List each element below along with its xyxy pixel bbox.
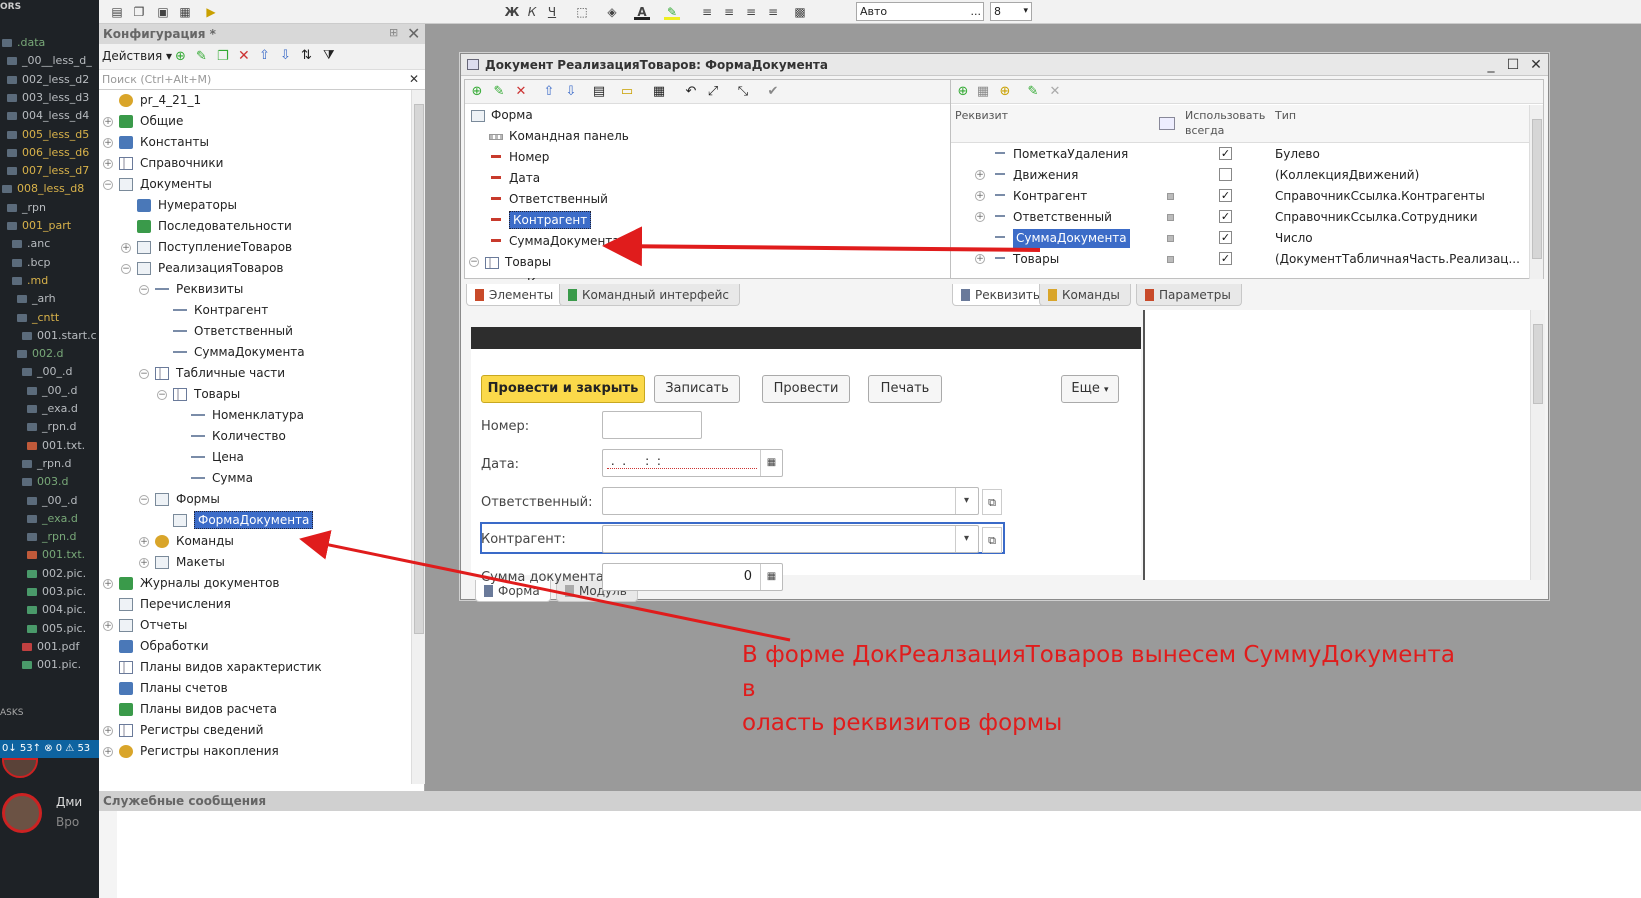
annotation-text: В форме ДокРеалзацияТоваров вынесем Сумм… <box>742 638 1462 740</box>
annotation-line-1: В форме ДокРеалзацияТоваров вынесем Сумм… <box>742 642 1455 702</box>
annotation-line-2: оласть реквизитов формы <box>742 710 1063 736</box>
arrow-to-attribute-field <box>602 226 1041 267</box>
arrow-to-form-node <box>299 530 791 642</box>
annotation-arrows <box>299 226 1041 642</box>
